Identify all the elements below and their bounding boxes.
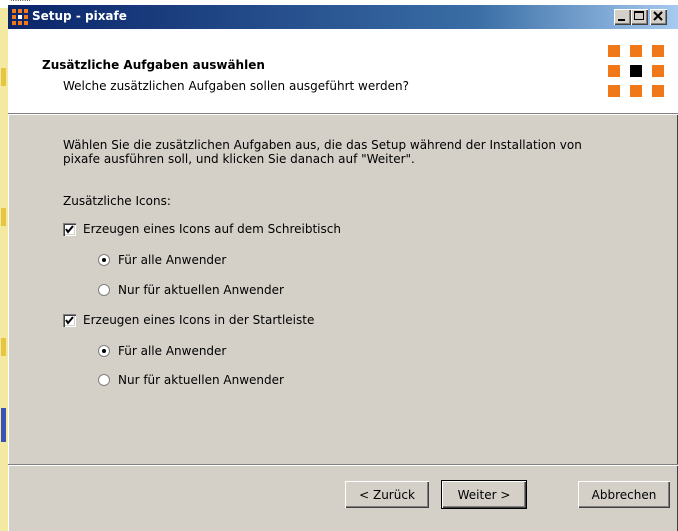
- startbar-icon-checkbox[interactable]: [63, 314, 76, 327]
- intro-text: Wählen Sie die zusätzlichen Aufgaben aus…: [63, 138, 582, 166]
- desktop-background-left: [0, 8, 8, 531]
- checkmark-icon: [65, 225, 74, 234]
- setup-app-icon: [12, 9, 28, 25]
- cancel-button[interactable]: Abbrechen: [578, 481, 670, 508]
- desktop-current-user-radio[interactable]: [98, 284, 110, 296]
- background-mark: [1, 338, 6, 356]
- radio-dot: [102, 258, 106, 262]
- wizard-header: Zusätzliche Aufgaben auswählen Welche zu…: [8, 29, 678, 113]
- desktop-all-users-radio[interactable]: [98, 254, 110, 266]
- page-title: Zusätzliche Aufgaben auswählen: [42, 58, 265, 72]
- background-mark: [1, 408, 6, 442]
- page-subtitle: Welche zusätzlichen Aufgaben sollen ausg…: [63, 79, 409, 93]
- checkmark-icon: [65, 316, 74, 325]
- startbar-current-user-label[interactable]: Nur für aktuellen Anwender: [118, 373, 284, 387]
- startbar-current-user-radio[interactable]: [98, 374, 110, 386]
- maximize-icon: [634, 11, 644, 20]
- setup-window: Setup - pixafe Zusätzliche Aufgaben ausw…: [8, 5, 678, 531]
- startbar-all-users-label[interactable]: Für alle Anwender: [118, 344, 226, 358]
- header-divider-highlight: [8, 114, 678, 115]
- background-mark: [1, 68, 6, 86]
- footer-divider-highlight: [8, 465, 678, 466]
- intro-line-1: Wählen Sie die zusätzlichen Aufgaben aus…: [63, 138, 582, 152]
- close-icon: [653, 11, 663, 21]
- next-button[interactable]: Weiter >: [441, 480, 527, 509]
- section-label-icons: Zusätzliche Icons:: [63, 194, 171, 208]
- desktop-current-user-label[interactable]: Nur für aktuellen Anwender: [118, 283, 284, 297]
- pixafe-logo: [608, 45, 664, 97]
- back-button[interactable]: < Zurück: [345, 481, 429, 508]
- desktop-icon-checkbox[interactable]: [63, 223, 76, 236]
- close-button[interactable]: [650, 9, 667, 25]
- intro-line-2: pixafe ausführen soll, und klicken Sie d…: [63, 152, 415, 166]
- window-title: Setup - pixafe: [32, 9, 127, 23]
- minimize-button[interactable]: [614, 9, 631, 25]
- startbar-all-users-radio[interactable]: [98, 345, 110, 357]
- maximize-button[interactable]: [631, 9, 648, 25]
- title-bar[interactable]: Setup - pixafe: [8, 5, 678, 29]
- background-mark: [1, 208, 6, 226]
- radio-dot: [102, 349, 106, 353]
- minimize-icon: [618, 19, 625, 21]
- startbar-icon-label[interactable]: Erzeugen eines Icons in der Startleiste: [83, 313, 314, 327]
- desktop-icon-label[interactable]: Erzeugen eines Icons auf dem Schreibtisc…: [83, 222, 341, 236]
- desktop-all-users-label[interactable]: Für alle Anwender: [118, 253, 226, 267]
